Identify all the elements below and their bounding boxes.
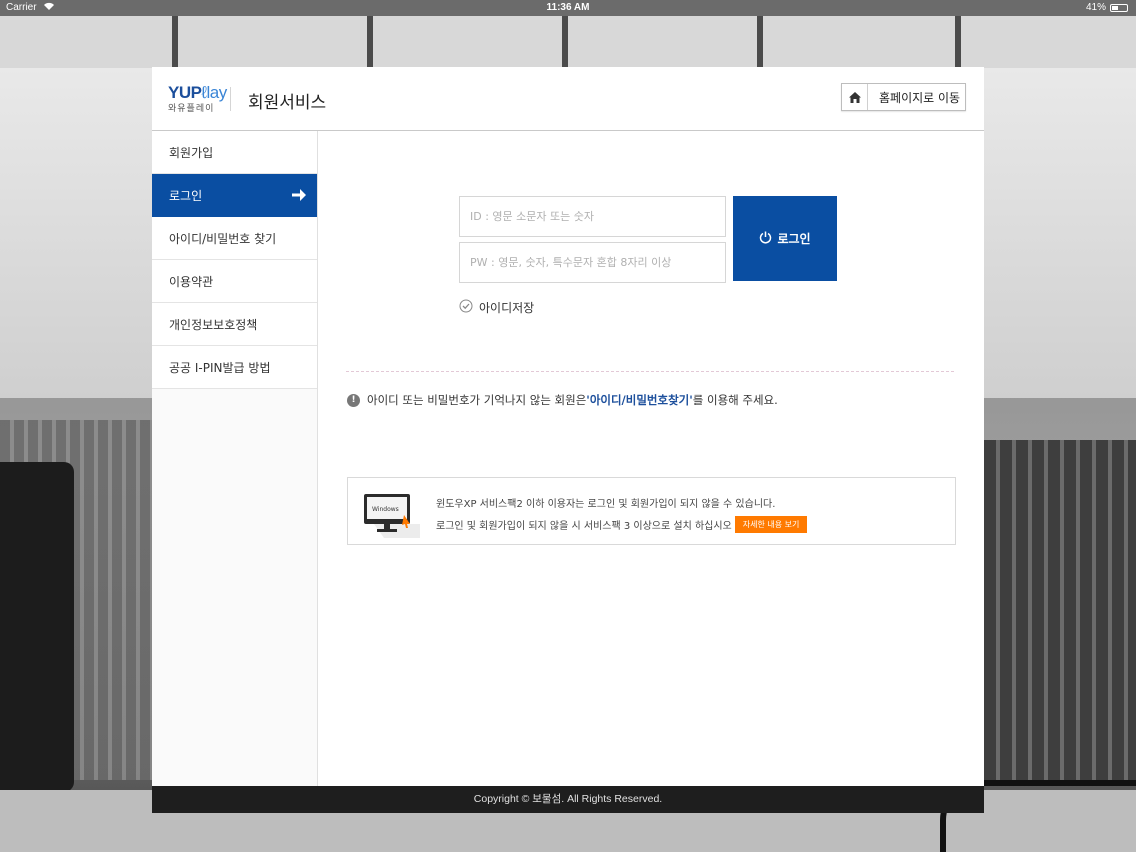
clock: 11:36 AM <box>546 2 590 13</box>
info-icon: ! <box>347 393 360 407</box>
go-home-label: 홈페이지로 이동 <box>879 90 961 105</box>
logo-play: ℓlay <box>201 83 227 102</box>
login-button-label: 로그인 <box>777 232 811 246</box>
password-input[interactable] <box>459 242 726 283</box>
check-circle-icon <box>459 299 473 316</box>
logo-text: YUP <box>168 83 202 102</box>
view-details-button[interactable]: 자세한 내용 보기 <box>734 516 808 533</box>
svg-text:Windows: Windows <box>372 506 399 513</box>
battery-percent: 41% <box>1085 2 1106 13</box>
sidebar-item-signup[interactable]: 회원가입 <box>152 131 317 174</box>
sidebar-item-label: 개인정보보호정책 <box>169 317 258 332</box>
sidebar-item-terms[interactable]: 이용약관 <box>152 260 317 303</box>
section-divider <box>346 371 954 372</box>
find-account-link[interactable]: '아이디/비밀번호찾기' <box>586 393 692 407</box>
remember-id-label: 아이디저장 <box>479 301 535 315</box>
login-button[interactable]: 로그인 <box>733 196 837 281</box>
background-ceiling <box>0 16 1136 68</box>
xp-notice-line2: 로그인 및 회원가입이 되지 않을 시 서비스팩 3 이상으로 설치 하십시오 <box>436 521 732 532</box>
go-home-button[interactable]: 홈페이지로 이동 <box>841 83 966 111</box>
windows-xp-notice: Windows 윈도우XP 서비스팩2 이하 이용자는 로그인 및 회원가입이 … <box>347 477 956 545</box>
notice-text: 아이디 또는 비밀번호가 기억나지 않는 회원은 <box>367 393 587 407</box>
power-icon <box>759 231 772 247</box>
header-divider <box>230 87 231 111</box>
sidebar: 회원가입 로그인 아이디/비밀번호 찾기 이용약관 개인정보보호정책 공공 I-… <box>152 131 318 786</box>
id-input[interactable] <box>459 196 726 237</box>
battery-icon <box>1110 4 1128 12</box>
notice-suffix: 를 이용해 주세요. <box>692 393 778 407</box>
sidebar-item-privacy[interactable]: 개인정보보호정책 <box>152 303 317 346</box>
arrow-right-icon <box>291 187 307 206</box>
windows-monitor-icon: Windows <box>364 494 420 538</box>
member-service-window: YUPℓlay 와유플레이 회원서비스 홈페이지로 이동 회원가입 로그인 아이… <box>152 67 984 813</box>
login-content: 로그인 아이디저장 ! 아이디 또는 비밀번호가 기억나지 않는 회원은'아이디… <box>318 131 984 786</box>
find-account-notice: ! 아이디 또는 비밀번호가 기억나지 않는 회원은'아이디/비밀번호찾기'를 … <box>347 392 778 408</box>
sidebar-item-find-account[interactable]: 아이디/비밀번호 찾기 <box>152 217 317 260</box>
background-monitor <box>0 462 74 792</box>
home-icon <box>842 84 868 110</box>
sidebar-item-label: 아이디/비밀번호 찾기 <box>169 231 277 246</box>
sidebar-item-ipin[interactable]: 공공 I-PIN발급 방법 <box>152 346 317 389</box>
footer: Copyright © 보물섬. All Rights Reserved. <box>152 786 984 813</box>
header: YUPℓlay 와유플레이 회원서비스 홈페이지로 이동 <box>152 67 984 131</box>
status-bar: Carrier 11:36 AM 41% <box>0 0 1136 16</box>
xp-notice-line1: 윈도우XP 서비스팩2 이하 이용자는 로그인 및 회원가입이 되지 않을 수 … <box>436 499 776 510</box>
remember-id-checkbox[interactable]: 아이디저장 <box>459 299 534 316</box>
sidebar-item-login[interactable]: 로그인 <box>152 174 317 217</box>
sidebar-item-label: 공공 I-PIN발급 방법 <box>169 360 271 375</box>
yupplay-logo[interactable]: YUPℓlay 와유플레이 <box>168 83 227 117</box>
sidebar-item-label: 이용약관 <box>169 274 214 289</box>
background-buildings <box>984 440 1136 780</box>
sidebar-item-label: 회원가입 <box>169 145 214 160</box>
copyright-text: Copyright © 보물섬. All Rights Reserved. <box>473 793 663 805</box>
page-title: 회원서비스 <box>248 93 327 113</box>
sidebar-item-label: 로그인 <box>169 188 203 203</box>
